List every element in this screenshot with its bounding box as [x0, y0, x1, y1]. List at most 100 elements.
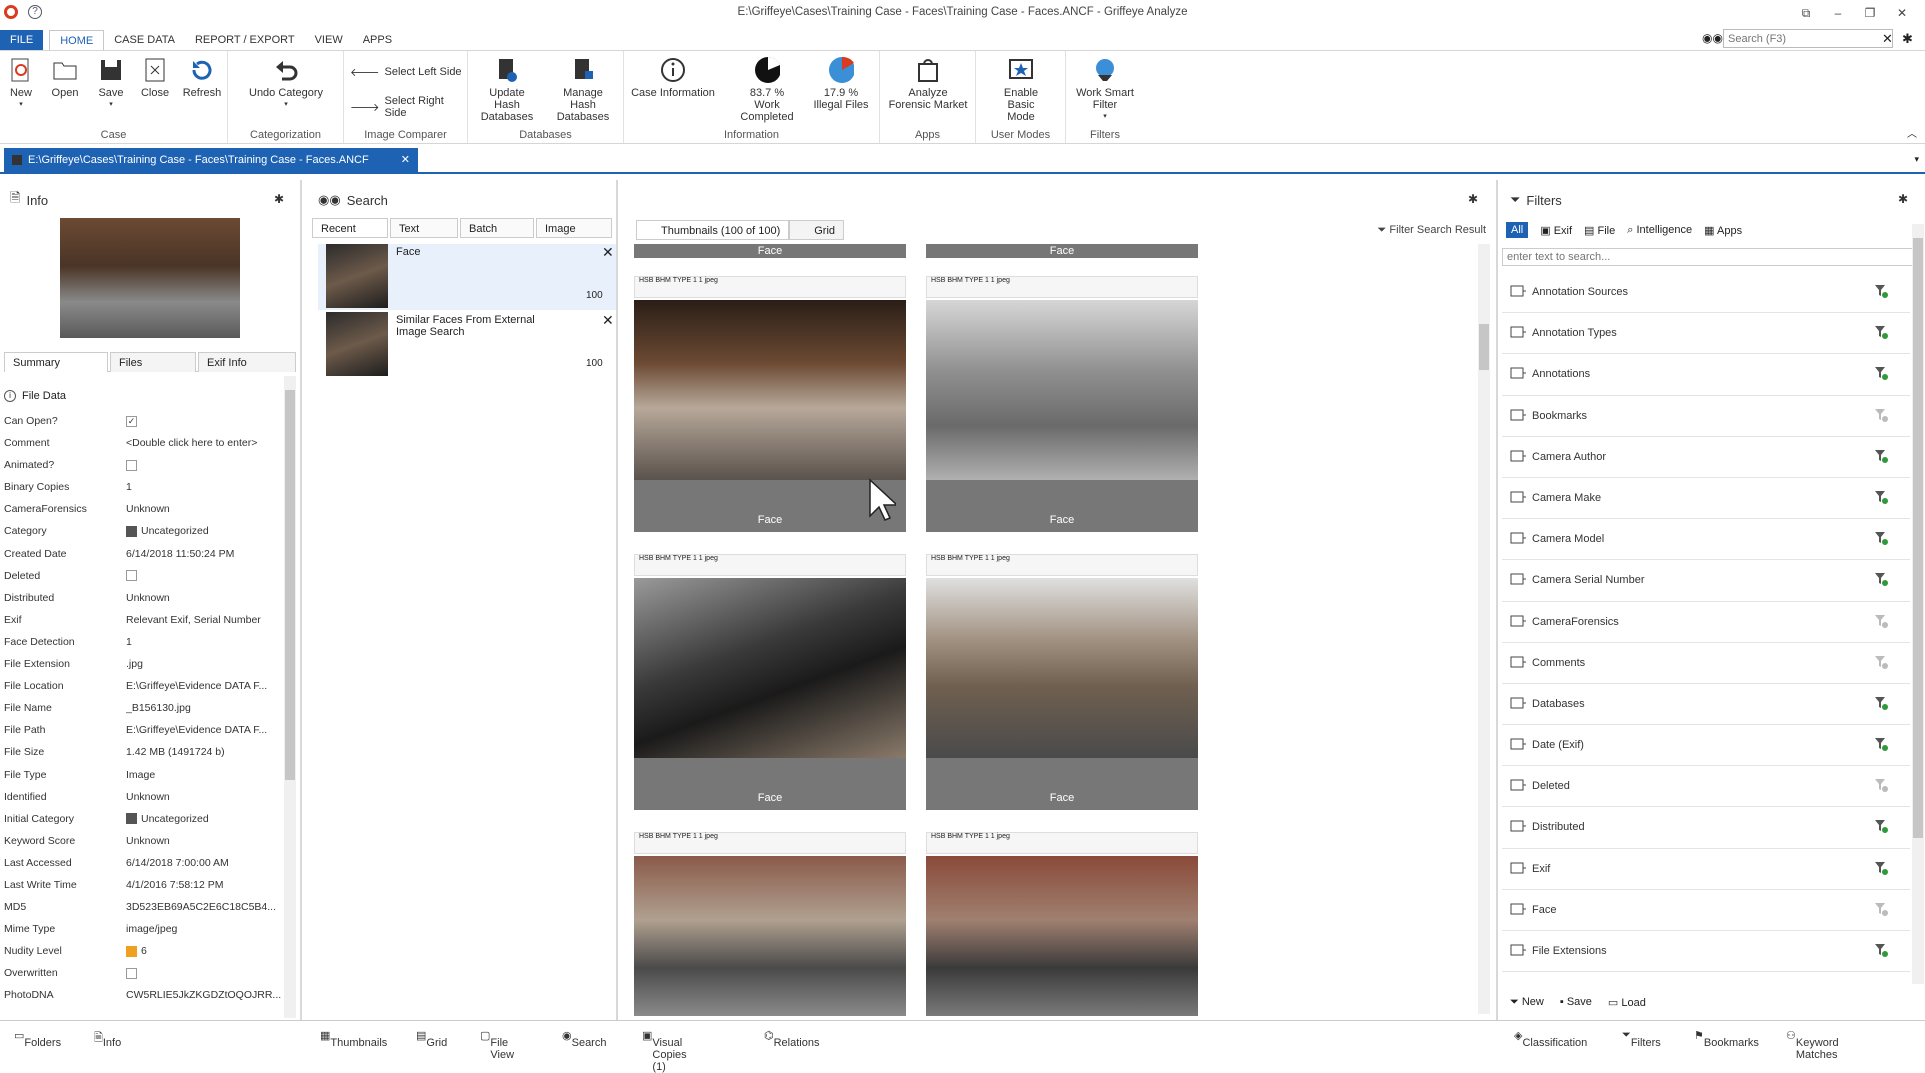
filter-tab-file[interactable]: ▤ File: [1584, 224, 1615, 237]
filter-item[interactable]: Camera Author: [1502, 437, 1910, 478]
property-row[interactable]: Identified Unknown: [4, 786, 284, 808]
panel-splitter[interactable]: [616, 180, 618, 1020]
case-information-button[interactable]: Case Information: [630, 57, 716, 99]
property-row[interactable]: Overwritten: [4, 962, 284, 984]
filter-item[interactable]: Annotations: [1502, 354, 1910, 396]
tab-file[interactable]: FILE: [0, 30, 44, 50]
collapse-ribbon-icon[interactable]: ︿: [1907, 125, 1917, 140]
tab-summary[interactable]: Summary: [4, 352, 108, 372]
checkbox[interactable]: [126, 459, 137, 471]
filter-item[interactable]: File Extensions: [1502, 931, 1910, 973]
close-button[interactable]: Close: [140, 57, 170, 99]
add-filter-icon[interactable]: [1874, 449, 1888, 463]
filter-item[interactable]: Annotation Sources: [1502, 272, 1910, 314]
file-data-section[interactable]: i File Data: [4, 390, 66, 402]
tab-grid[interactable]: Grid: [789, 220, 845, 240]
thumbnail-card[interactable]: HSB BHM TYPE 1 1 jpeg Face: [634, 276, 906, 546]
add-filter-icon[interactable]: [1874, 408, 1888, 422]
status-tab-folders[interactable]: ▭ Folders: [14, 1029, 61, 1049]
pin-icon[interactable]: ✱: [274, 192, 288, 206]
filter-item[interactable]: Deleted: [1502, 766, 1910, 808]
filter-item[interactable]: Camera Make: [1502, 478, 1910, 520]
property-row[interactable]: Can Open? ✓: [4, 410, 284, 432]
maximize-button[interactable]: ❐: [1855, 2, 1885, 24]
checkbox[interactable]: ✓: [126, 415, 137, 427]
thumbnail-card[interactable]: HSB BHM TYPE 1 1 jpeg Face: [634, 554, 906, 824]
status-tab-classification[interactable]: ◈ Classification: [1514, 1029, 1587, 1049]
enable-basic-mode-button[interactable]: Enable Basic Mode: [980, 57, 1062, 123]
search-tools-icon[interactable]: ✱: [1902, 31, 1913, 47]
checkbox[interactable]: [126, 570, 137, 582]
add-filter-icon[interactable]: [1874, 696, 1888, 710]
remove-search-icon[interactable]: ✕: [602, 312, 614, 329]
property-row[interactable]: Initial Category Uncategorized: [4, 808, 284, 830]
pin-icon[interactable]: ✱: [1898, 192, 1912, 206]
property-row[interactable]: Distributed Unknown: [4, 587, 284, 609]
status-tab-grid[interactable]: ▤ Grid: [416, 1029, 447, 1049]
update-hash-databases-button[interactable]: Update Hash Databases: [472, 57, 542, 123]
property-row[interactable]: PhotoDNA CW5RLIE5JkZKGDZtOQOJRR...: [4, 984, 284, 1006]
illegal-files-button[interactable]: 17.9 % Illegal Files: [808, 56, 874, 111]
add-filter-icon[interactable]: [1874, 737, 1888, 752]
pin-icon[interactable]: ✱: [1468, 192, 1482, 206]
status-tab-search[interactable]: ◉ Search: [562, 1029, 606, 1049]
tab-image[interactable]: Image: [536, 218, 612, 238]
work-smart-filter-button[interactable]: Work Smart Filter ▾: [1072, 57, 1138, 123]
filter-item[interactable]: Exif: [1502, 849, 1910, 890]
tab-batch[interactable]: Batch: [460, 218, 534, 238]
status-tab-relations[interactable]: ⌬ Relations: [764, 1029, 819, 1049]
add-filter-icon[interactable]: [1874, 531, 1888, 546]
status-tab-keyword-matches[interactable]: ⚇ Keyword Matches: [1786, 1029, 1839, 1061]
property-row[interactable]: File Extension .jpg: [4, 653, 284, 675]
add-filter-icon[interactable]: [1874, 778, 1888, 793]
add-filter-icon[interactable]: [1874, 943, 1888, 957]
property-row[interactable]: Created Date 6/14/2018 11:50:24 PM: [4, 543, 284, 565]
filter-tab-exif[interactable]: ▣ Exif: [1540, 224, 1572, 237]
add-filter-icon[interactable]: [1874, 614, 1888, 628]
tab-apps[interactable]: APPS: [353, 30, 402, 50]
preview-image[interactable]: [60, 218, 240, 338]
property-row[interactable]: Last Write Time 4/1/2016 7:58:12 PM: [4, 874, 284, 896]
add-filter-icon[interactable]: [1874, 325, 1888, 340]
tab-recent[interactable]: Recent: [312, 218, 388, 238]
filter-search-input[interactable]: [1502, 248, 1917, 266]
property-row[interactable]: MD5 3D523EB69A5C2E6C18C5B4...: [4, 896, 284, 918]
property-row[interactable]: Category Uncategorized: [4, 520, 284, 542]
filter-item[interactable]: Distributed: [1502, 807, 1910, 849]
load-filter-button[interactable]: ▭ Load: [1608, 996, 1646, 1009]
thumbnails-scrollbar[interactable]: [1478, 244, 1490, 1014]
add-filter-icon[interactable]: [1874, 902, 1888, 916]
property-row[interactable]: File Location E:\Griffeye\Evidence DATA F…: [4, 675, 284, 697]
select-right-side-button[interactable]: 🡒 Select Right Side: [350, 95, 467, 119]
filter-item[interactable]: Bookmarks: [1502, 396, 1910, 437]
restore-layout-icon[interactable]: ⧉: [1791, 2, 1821, 24]
filter-item[interactable]: Comments: [1502, 643, 1910, 684]
property-row[interactable]: Deleted: [4, 565, 284, 587]
filter-item[interactable]: Databases: [1502, 684, 1910, 726]
property-row[interactable]: File Size 1.42 MB (1491724 b): [4, 741, 284, 763]
filter-item[interactable]: Face: [1502, 890, 1910, 931]
refresh-button[interactable]: Refresh: [182, 57, 222, 99]
select-left-side-button[interactable]: 🡐 Select Left Side: [350, 65, 462, 79]
new-button[interactable]: New ▾: [6, 57, 36, 111]
property-row[interactable]: File Type Image: [4, 764, 284, 786]
close-window-button[interactable]: ✕: [1887, 2, 1917, 24]
thumbnail-card[interactable]: HSB BHM TYPE 1 1 jpeg: [926, 832, 1198, 1016]
add-filter-icon[interactable]: [1874, 490, 1888, 504]
filter-tab-all[interactable]: All: [1506, 222, 1529, 238]
tab-exif-info[interactable]: Exif Info: [198, 352, 296, 372]
property-row[interactable]: Last Accessed 6/14/2018 7:00:00 AM: [4, 852, 284, 874]
search-result-item[interactable]: Face 100 ✕: [318, 244, 616, 310]
status-tab-thumbnails[interactable]: ▦ Thumbnails: [320, 1029, 387, 1049]
clear-search-icon[interactable]: ✕: [1882, 31, 1893, 47]
document-tab[interactable]: E:\Griffeye\Cases\Training Case - Faces\…: [4, 148, 418, 172]
property-row[interactable]: Binary Copies 1: [4, 476, 284, 498]
tab-files[interactable]: Files: [110, 352, 196, 372]
filter-tab-apps[interactable]: ▦ Apps: [1704, 224, 1742, 237]
new-filter-button[interactable]: ⏷ New: [1510, 996, 1544, 1009]
filter-item[interactable]: Camera Serial Number: [1502, 560, 1910, 602]
add-filter-icon[interactable]: [1874, 819, 1888, 834]
tab-thumbnails[interactable]: Thumbnails (100 of 100): [636, 220, 790, 240]
tab-home[interactable]: HOME: [49, 30, 105, 50]
panel-splitter[interactable]: [300, 180, 302, 1020]
